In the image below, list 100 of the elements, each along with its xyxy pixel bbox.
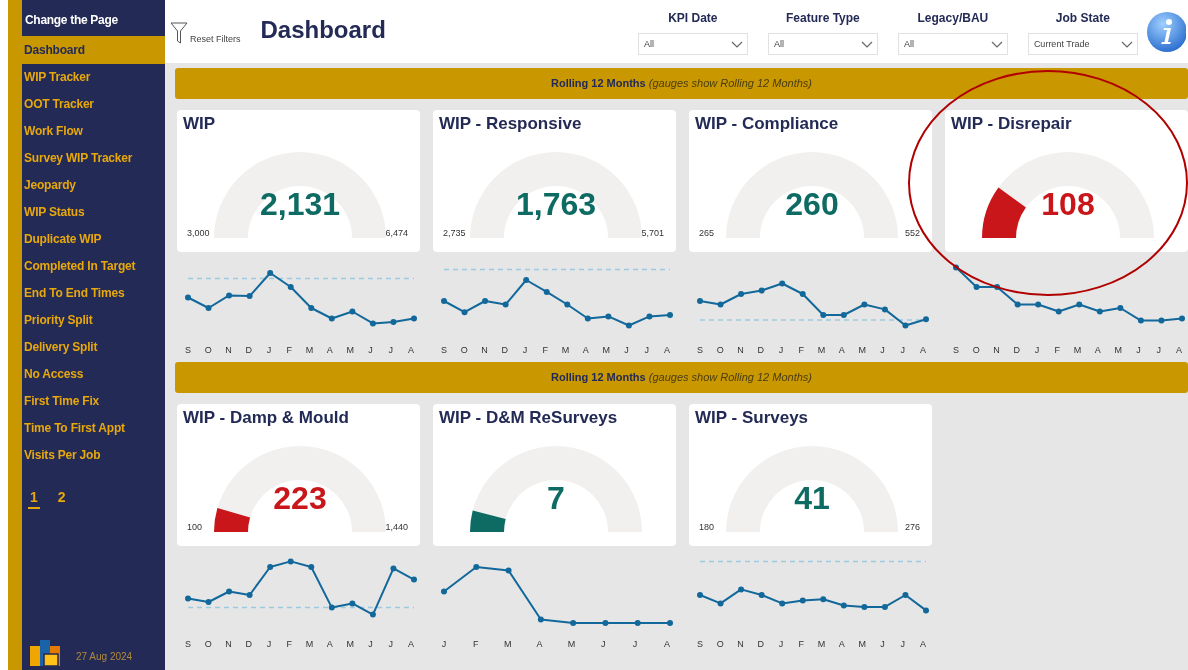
data-point xyxy=(799,291,806,297)
dropdown[interactable]: Current Trade xyxy=(1027,33,1138,55)
month-label: M xyxy=(1114,345,1123,357)
logo-icon xyxy=(28,640,62,666)
data-point xyxy=(246,592,253,598)
month-label: A xyxy=(406,639,415,651)
month-label: O xyxy=(716,345,725,357)
month-label: A xyxy=(325,345,334,357)
month-label: O xyxy=(460,345,469,357)
filter-label: Feature Type xyxy=(785,11,860,25)
nav-item[interactable]: Delivery Split xyxy=(22,334,165,361)
page-link[interactable]: 2 xyxy=(57,489,66,509)
nav-item[interactable]: Jeopardy xyxy=(22,172,165,199)
month-label: F xyxy=(285,345,294,357)
data-point xyxy=(308,305,315,311)
data-point xyxy=(246,293,253,300)
nav-item[interactable]: OOT Tracker xyxy=(22,91,165,118)
nav-item[interactable]: WIP Tracker xyxy=(22,64,165,91)
chevron-down-icon xyxy=(990,40,1003,48)
dropdown[interactable]: All xyxy=(897,33,1008,55)
nav-item[interactable]: No Access xyxy=(22,361,165,388)
month-label: J xyxy=(643,345,650,357)
month-label: A xyxy=(325,639,334,651)
month-label: J xyxy=(521,345,529,357)
month-label: J xyxy=(777,345,785,357)
filter-label: KPI Date xyxy=(668,11,718,25)
data-point xyxy=(953,264,959,271)
data-point xyxy=(738,586,745,593)
data-point xyxy=(881,603,888,610)
month-label: O xyxy=(204,345,213,357)
gauge-min-label: 3,000 xyxy=(187,228,210,238)
gauge-min-label: 2,735 xyxy=(443,228,466,238)
nav-item[interactable]: Survey WIP Tracker xyxy=(22,145,165,172)
month-label: J xyxy=(265,639,273,651)
nav-item[interactable]: Dashboard xyxy=(22,36,165,64)
nav-item[interactable]: Completed In Target xyxy=(22,253,165,280)
month-label: S xyxy=(440,345,448,357)
nav-item[interactable]: Visits Per Job xyxy=(22,442,165,469)
data-point xyxy=(861,301,868,308)
data-point xyxy=(1035,301,1042,308)
data-point xyxy=(1137,317,1144,324)
info-icon[interactable] xyxy=(1145,11,1186,53)
nav-item[interactable]: Work Flow xyxy=(22,118,165,145)
month-label: M xyxy=(503,639,512,651)
dropdown[interactable]: All xyxy=(637,33,748,55)
data-point xyxy=(523,277,530,283)
month-label: F xyxy=(1053,345,1062,357)
dropdown[interactable]: All xyxy=(767,33,878,55)
nav-item[interactable]: Duplicate WIP xyxy=(22,226,165,253)
reset-filters-button[interactable]: Reset Filters xyxy=(170,22,241,44)
sidebar-header: Change the Page xyxy=(24,12,119,29)
nav-item[interactable]: Time To First Appt xyxy=(22,415,165,442)
card-title: WIP xyxy=(183,114,216,134)
page-link[interactable]: 1 xyxy=(28,489,40,509)
month-label: M xyxy=(817,639,826,651)
data-point xyxy=(308,564,315,570)
data-point xyxy=(840,312,847,318)
month-label: M xyxy=(305,345,314,357)
month-label: S xyxy=(696,345,704,357)
month-label: J xyxy=(777,639,785,651)
data-point xyxy=(758,287,765,294)
gauge-fill xyxy=(982,187,1026,238)
data-point xyxy=(185,294,191,301)
data-point xyxy=(564,301,571,308)
month-label: J xyxy=(879,345,886,357)
month-label: M xyxy=(1073,345,1082,357)
gauge-max-label: 276 xyxy=(904,522,920,532)
data-point xyxy=(994,284,1001,290)
month-label: S xyxy=(696,639,704,651)
data-point xyxy=(840,602,847,609)
data-point xyxy=(1076,301,1083,308)
month-label: O xyxy=(972,345,981,357)
nav-item[interactable]: First Time Fix xyxy=(22,388,165,415)
month-label: D xyxy=(244,345,253,357)
data-point xyxy=(543,288,550,295)
month-label: A xyxy=(918,639,927,651)
month-label: J xyxy=(631,639,639,651)
chevron-down-icon xyxy=(1120,40,1133,48)
card-title: WIP - Disrepair xyxy=(951,114,1072,134)
data-point xyxy=(461,309,468,316)
data-point xyxy=(441,298,447,304)
month-label: D xyxy=(500,345,509,357)
data-point xyxy=(205,305,212,311)
data-point xyxy=(226,292,233,299)
data-point xyxy=(779,280,786,287)
month-label: O xyxy=(204,639,213,651)
data-point xyxy=(602,620,609,626)
month-label: N xyxy=(992,345,1001,357)
nav-item[interactable]: Priority Split xyxy=(22,307,165,334)
month-label: N xyxy=(224,345,233,357)
nav-item[interactable]: WIP Status xyxy=(22,199,165,226)
month-label: M xyxy=(305,639,314,651)
month-label: F xyxy=(797,345,806,357)
nav-item[interactable]: End To End Times xyxy=(22,280,165,307)
data-point xyxy=(390,565,397,572)
month-label: J xyxy=(899,345,906,357)
data-point xyxy=(634,620,641,626)
month-label: A xyxy=(662,345,671,357)
month-label: J xyxy=(367,639,374,651)
data-point xyxy=(369,611,376,618)
